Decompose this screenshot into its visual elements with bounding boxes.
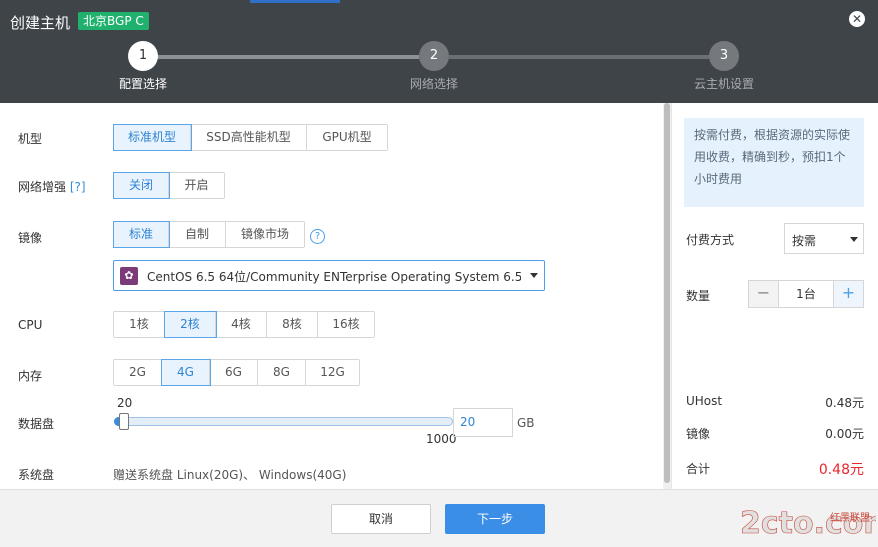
memory-option-6g[interactable]: 6G [210,360,258,385]
data-disk-unit: GB [517,416,535,430]
quantity-decrement-button[interactable]: − [749,281,779,307]
price-total-value: 0.48元 [818,462,864,478]
machine-type-selector: 标准机型 SSD高性能机型 GPU机型 [113,124,388,151]
billing-notice: 按需付费，根据资源的实际使用收费，精确到秒，预扣1个小时费用 [684,118,864,207]
slider-min-value: 20 [117,396,133,410]
step-3-label: 云主机设置 [693,77,754,91]
step-1-circle: 1 [128,41,158,71]
price-total-label: 合计 [686,462,711,476]
cpu-selector: 1核 2核 4核 8核 16核 [113,311,375,338]
os-image-value: CentOS 6.5 64位/Community ENTerprise Oper… [147,270,521,284]
step-2-label: 网络选择 [409,77,458,91]
step-1-label: 配置选择 [118,77,167,91]
memory-option-8g[interactable]: 8G [258,360,306,385]
quantity-increment-button[interactable]: + [833,281,863,307]
price-uhost-value: 0.48元 [825,396,864,410]
quantity-stepper: − 1台 + [748,280,864,308]
network-enhance-off[interactable]: 关闭 [113,172,170,199]
memory-option-2g[interactable]: 2G [114,360,162,385]
cancel-button[interactable]: 取消 [331,504,431,534]
network-enhance-selector: 关闭 开启 [113,172,225,199]
chevron-down-icon [850,237,858,242]
pay-method-value: 按需 [792,234,817,248]
memory-option-4g[interactable]: 4G [161,359,211,386]
step-connector-2 [449,55,709,59]
machine-type-label: 机型 [18,132,43,146]
cpu-option-16[interactable]: 16核 [318,312,374,337]
scrollbar-thumb[interactable] [664,103,670,483]
data-disk-label: 数据盘 [18,417,55,431]
memory-option-12g[interactable]: 12G [306,360,359,385]
cpu-label: CPU [18,318,43,332]
image-type-standard[interactable]: 标准 [113,221,170,248]
cpu-option-4[interactable]: 4核 [216,312,267,337]
system-disk-info: 赠送系统盘 Linux(20G)、 Windows(40G) [113,468,347,482]
network-enhance-text: 网络增强 [18,180,67,194]
price-image-value: 0.00元 [825,427,864,441]
watermark-sub: 红黑联盟 [830,511,870,524]
network-enhance-on[interactable]: 开启 [169,173,224,198]
region-badge: 北京BGP C [78,12,149,30]
step-3-circle: 3 [709,41,739,71]
dialog-title: 创建主机 [10,14,71,32]
price-image-label: 镜像 [686,427,711,441]
quantity-value[interactable]: 1台 [779,281,833,307]
step-connector-1 [157,55,419,59]
price-uhost-label: UHost [686,394,723,408]
config-form [0,103,670,489]
close-icon[interactable]: ✕ [849,11,865,27]
image-type-market[interactable]: 镜像市场 [226,222,304,247]
cpu-option-2[interactable]: 2核 [164,311,217,338]
network-enhance-help-link[interactable]: [?] [70,180,86,194]
watermark-logo: 2cto.com 红黑联盟 [740,506,876,542]
data-disk-slider-track[interactable] [114,417,453,426]
data-disk-slider-handle[interactable] [119,413,129,430]
network-enhance-label: 网络增强 [?] [18,178,86,195]
chevron-down-icon [530,273,538,278]
cpu-option-8[interactable]: 8核 [267,312,318,337]
machine-type-gpu[interactable]: GPU机型 [307,125,387,150]
next-step-button[interactable]: 下一步 [445,504,545,534]
machine-type-ssd[interactable]: SSD高性能机型 [191,125,307,150]
image-type-custom[interactable]: 自制 [169,222,226,247]
cpu-option-1[interactable]: 1核 [114,312,165,337]
image-type-selector: 标准 自制 镜像市场 [113,221,305,248]
quantity-label: 数量 [686,289,711,303]
memory-label: 内存 [18,369,43,383]
data-disk-size-input[interactable]: 20 [453,408,513,437]
os-image-select[interactable]: ✿ CentOS 6.5 64位/Community ENTerprise Op… [113,260,545,291]
system-disk-label: 系统盘 [18,468,55,482]
centos-logo-icon: ✿ [120,267,138,285]
step-2-circle: 2 [419,41,449,71]
machine-type-standard[interactable]: 标准机型 [113,124,192,151]
image-help-icon[interactable]: ? [310,229,325,244]
slider-max-value: 1000 [426,432,457,446]
pay-method-label: 付费方式 [686,233,735,247]
pay-method-select[interactable]: 按需 [784,223,864,254]
image-label: 镜像 [18,231,43,245]
memory-selector: 2G 4G 6G 8G 12G [113,359,360,386]
active-tab-indicator [250,0,340,3]
